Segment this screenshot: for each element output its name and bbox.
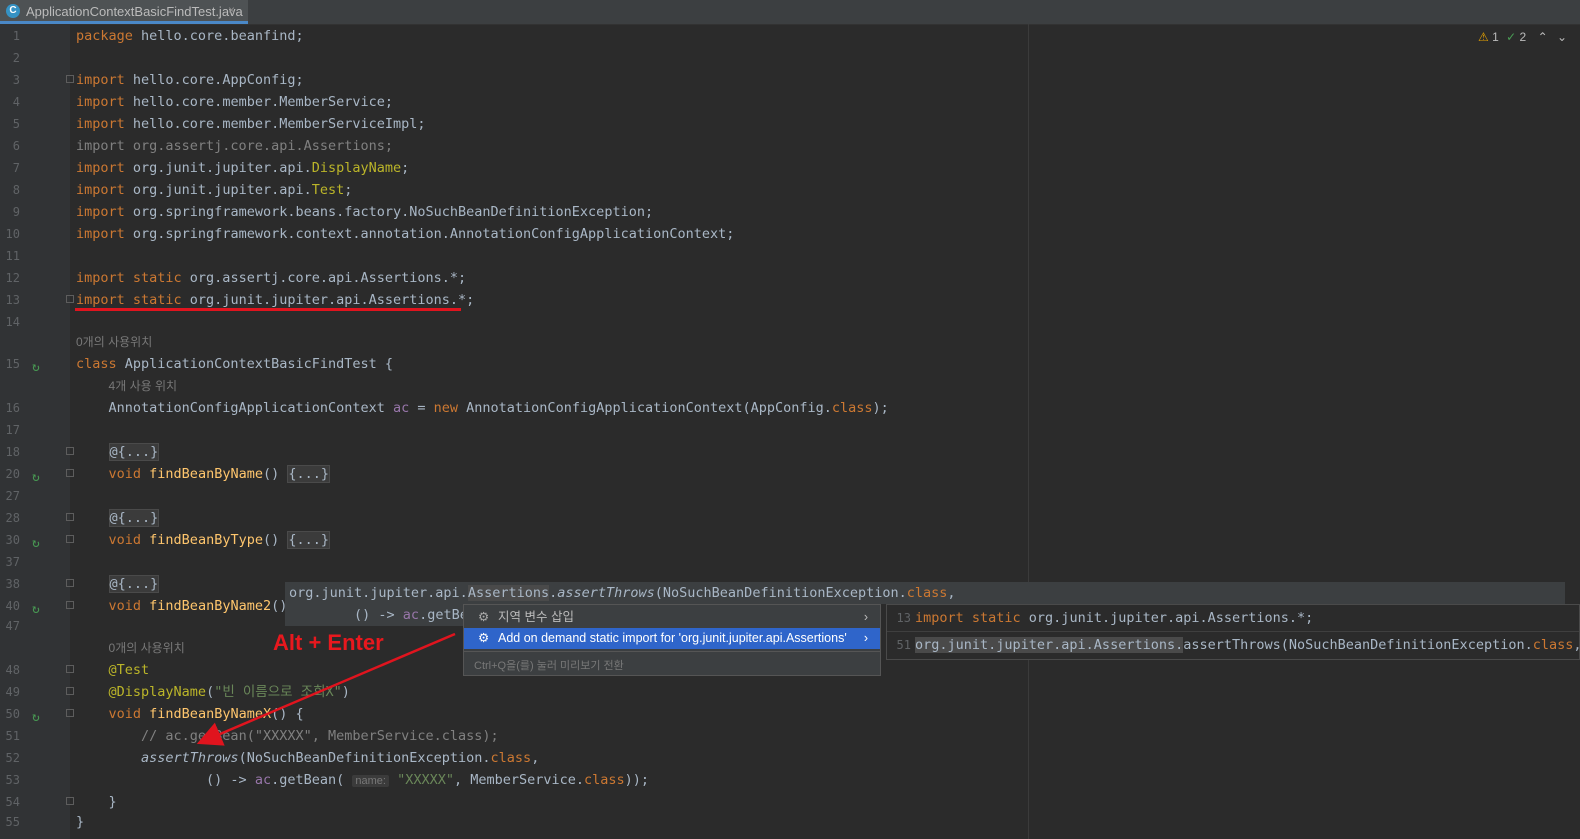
red-arrow-annotation — [196, 632, 456, 746]
